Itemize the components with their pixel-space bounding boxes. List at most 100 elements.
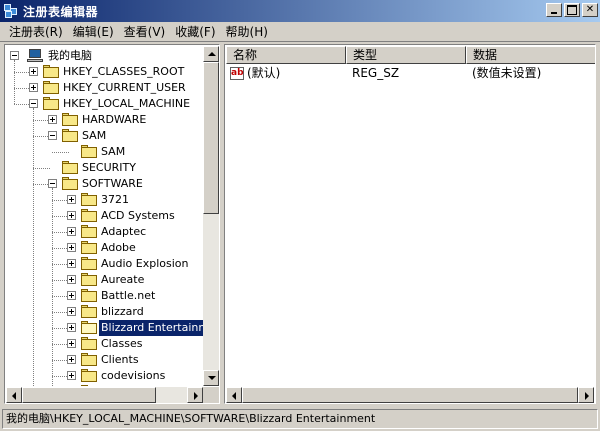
tree-node-label: 3721 [101, 193, 129, 206]
list-scroll-right-button[interactable] [578, 387, 594, 403]
tree-node-root[interactable]: 我的电脑 [6, 48, 203, 64]
menu-item-4[interactable]: 帮助(H) [221, 23, 273, 41]
expand-icon[interactable] [67, 227, 76, 236]
expand-icon[interactable] [67, 259, 76, 268]
close-icon: ✕ [585, 4, 595, 15]
expand-icon[interactable] [67, 339, 76, 348]
folder-icon [43, 65, 59, 78]
folder-icon [81, 209, 97, 222]
folder-icon [62, 113, 78, 126]
tree-node[interactable]: SECURITY [6, 160, 203, 176]
tree-node[interactable]: Clients [6, 352, 203, 368]
expand-icon[interactable] [29, 83, 38, 92]
folder-icon [81, 193, 97, 206]
scroll-thumb-horizontal[interactable] [22, 387, 156, 403]
window-title: 注册表编辑器 [23, 4, 99, 19]
scroll-thumb[interactable] [203, 62, 219, 214]
tree-node[interactable]: Aureate [6, 272, 203, 288]
expand-icon[interactable] [67, 355, 76, 364]
scroll-right-button[interactable] [187, 387, 203, 403]
expand-icon[interactable] [67, 307, 76, 316]
tree-node-label: codevisions [101, 369, 166, 382]
column-header-data[interactable]: 数据 [466, 46, 595, 64]
column-header-type[interactable]: 类型 [346, 46, 466, 64]
expand-icon[interactable] [67, 275, 76, 284]
expand-icon[interactable] [67, 243, 76, 252]
scroll-up-button[interactable] [203, 46, 219, 62]
scroll-down-button[interactable] [203, 370, 219, 386]
tree-node-label: SECURITY [82, 161, 136, 174]
tree-node[interactable]: SAM [6, 144, 203, 160]
column-header-name[interactable]: 名称 [226, 46, 346, 64]
expand-icon[interactable] [67, 195, 76, 204]
tree-node[interactable]: HKEY_LOCAL_MACHINE [6, 96, 203, 112]
tree-pane: 我的电脑 HKEY_CLASSES_ROOT HKEY_CURRENT_USER HK… [4, 44, 220, 404]
tree-node-label: Audio Explosion [101, 257, 189, 270]
tree-node[interactable]: Battle.net [6, 288, 203, 304]
tree-vertical-scrollbar[interactable] [203, 46, 219, 386]
title-bar[interactable]: 注册表编辑器 ✕ [0, 0, 600, 22]
tree-node-label: 我的电脑 [48, 49, 92, 62]
collapse-icon[interactable] [10, 51, 19, 60]
tree-node-label: Classes [101, 337, 143, 350]
tree-node[interactable]: FaxShare [6, 384, 203, 386]
list-item[interactable]: ab (默认) REG_SZ (数值未设置) [226, 65, 594, 82]
arrow-left-icon [232, 392, 236, 400]
tree-node-label: SAM [82, 129, 107, 142]
registry-tree: 我的电脑 HKEY_CLASSES_ROOT HKEY_CURRENT_USER HK… [6, 46, 203, 386]
tree-node-label: FaxShare [99, 384, 153, 386]
tree-node[interactable]: codevisions [6, 368, 203, 384]
folder-icon [62, 129, 78, 142]
list-header: 名称 类型 数据 [226, 46, 595, 64]
menu-item-3[interactable]: 收藏(F) [170, 23, 220, 41]
menu-item-2[interactable]: 查看(V) [119, 23, 171, 41]
folder-icon [81, 225, 97, 238]
tree-node[interactable]: ACD Systems [6, 208, 203, 224]
tree-horizontal-scrollbar[interactable] [6, 387, 203, 403]
values-pane: 名称 类型 数据 ab (默认) REG_SZ (数值未设置) [224, 44, 596, 404]
menu-item-1[interactable]: 编辑(E) [68, 23, 119, 41]
collapse-icon[interactable] [48, 179, 57, 188]
expand-icon[interactable] [67, 291, 76, 300]
tree-node[interactable]: Audio Explosion [6, 256, 203, 272]
close-button[interactable]: ✕ [582, 3, 598, 17]
tree-node[interactable]: HKEY_CURRENT_USER [6, 80, 203, 96]
folder-icon [62, 177, 78, 190]
tree-node-label: Adaptec [101, 225, 147, 238]
minimize-button[interactable] [546, 3, 562, 17]
expand-icon[interactable] [29, 67, 38, 76]
tree-node[interactable]: HKEY_CLASSES_ROOT [6, 64, 203, 80]
tree-node-label: Blizzard Entertainment [97, 319, 203, 337]
tree-node[interactable]: Adaptec [6, 224, 203, 240]
folder-icon [81, 145, 97, 158]
tree-node[interactable]: HARDWARE [6, 112, 203, 128]
tree-node[interactable]: 3721 [6, 192, 203, 208]
tree-node[interactable]: SOFTWARE [6, 176, 203, 192]
tree-node[interactable]: Adobe [6, 240, 203, 256]
collapse-icon[interactable] [48, 131, 57, 140]
status-bar: 我的电脑\HKEY_LOCAL_MACHINE\SOFTWARE\Blizzar… [2, 409, 598, 429]
folder-icon [81, 337, 97, 350]
list-scroll-thumb[interactable] [242, 387, 578, 403]
tree-node[interactable]: Blizzard Entertainment [6, 319, 203, 337]
tree-node[interactable]: SAM [6, 128, 203, 144]
tree-node[interactable]: blizzard [6, 304, 203, 320]
list-scroll-left-button[interactable] [226, 387, 242, 403]
tree-node-label: ACD Systems [101, 209, 175, 222]
folder-icon [81, 289, 97, 302]
expand-icon[interactable] [48, 115, 57, 124]
expand-icon[interactable] [67, 211, 76, 220]
expand-icon[interactable] [67, 371, 76, 380]
expand-icon[interactable] [67, 323, 76, 332]
tree-node[interactable]: Classes [6, 336, 203, 352]
folder-icon [81, 257, 97, 270]
scroll-left-button[interactable] [6, 387, 22, 403]
maximize-button[interactable] [564, 3, 580, 17]
tree-node-label: Adobe [101, 241, 136, 254]
list-horizontal-scrollbar[interactable] [226, 387, 594, 403]
arrow-up-icon [208, 52, 216, 56]
tree-node-label: HARDWARE [82, 113, 147, 126]
scroll-corner [203, 387, 219, 403]
menu-item-0[interactable]: 注册表(R) [4, 23, 68, 41]
collapse-icon[interactable] [29, 99, 38, 108]
